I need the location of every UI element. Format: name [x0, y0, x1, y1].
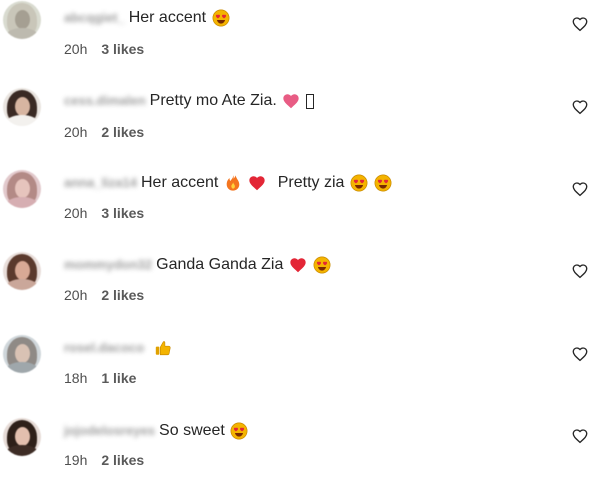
- comment-item: cess.dimalen Pretty mo Ate Zia. 20h 2 like…: [0, 83, 600, 153]
- avatar[interactable]: [3, 170, 41, 208]
- comment-time: 20h: [64, 287, 88, 303]
- comment-item: mommydon32 Ganda Ganda Zia 20h 2 likes: [0, 248, 600, 318]
- heart-outline-icon[interactable]: [571, 15, 589, 33]
- comment-text-2: Pretty zia: [277, 174, 345, 191]
- username[interactable]: abcqgiet_: [64, 6, 125, 30]
- comment-text: Her accent: [128, 9, 207, 26]
- username[interactable]: rosel.dacoco: [64, 336, 144, 360]
- heart-eyes-emoji-icon: [374, 174, 392, 192]
- heart-eyes-emoji-icon: [230, 422, 248, 440]
- username[interactable]: cess.dimalen: [64, 89, 146, 113]
- missing-glyph-icon: [306, 93, 315, 109]
- avatar[interactable]: [3, 335, 41, 373]
- comment-item: anna_liza14 Her accent Pretty zia 20h 3 li…: [0, 166, 600, 236]
- heart-outline-icon[interactable]: [571, 427, 589, 445]
- thumbs-up-emoji-icon: [155, 341, 171, 356]
- comment-item: rosel.dacoco 18h 1 like: [0, 331, 600, 401]
- likes-count[interactable]: 2 likes: [101, 287, 144, 303]
- comment-time: 20h: [64, 205, 88, 221]
- username[interactable]: anna_liza14: [64, 171, 137, 195]
- comment-text: So sweet: [159, 422, 225, 439]
- heart-outline-icon[interactable]: [571, 262, 589, 280]
- comment-time: 19h: [64, 452, 88, 468]
- heart-outline-icon[interactable]: [571, 98, 589, 116]
- likes-count[interactable]: 2 likes: [101, 452, 144, 468]
- comment-item: jojodelosreyes So sweet 19h 2 likes: [0, 414, 600, 484]
- avatar[interactable]: [3, 1, 41, 39]
- pink-heart-emoji-icon: [283, 94, 299, 109]
- likes-count[interactable]: 3 likes: [101, 205, 144, 221]
- likes-count[interactable]: 3 likes: [101, 41, 144, 57]
- heart-outline-icon[interactable]: [571, 180, 589, 198]
- comment-item: abcqgiet_ Her accent 20h 3 likes: [0, 0, 600, 70]
- avatar[interactable]: [3, 252, 41, 290]
- heart-eyes-emoji-icon: [212, 9, 229, 27]
- heart-outline-icon[interactable]: [571, 345, 589, 363]
- comment-time: 18h: [64, 370, 88, 386]
- comment-text: Pretty mo Ate Zia.: [149, 92, 277, 109]
- comment-text: Her accent: [141, 174, 219, 191]
- username[interactable]: mommydon32: [64, 253, 152, 277]
- comment-text: Ganda Ganda Zia: [156, 256, 284, 273]
- comment-time: 20h: [64, 41, 88, 57]
- fire-emoji-icon: [226, 175, 240, 191]
- red-heart-emoji-icon: [290, 258, 306, 273]
- heart-eyes-emoji-icon: [313, 256, 331, 274]
- avatar[interactable]: [3, 88, 41, 126]
- avatar[interactable]: [3, 418, 41, 456]
- red-heart-emoji-icon: [249, 176, 265, 191]
- username[interactable]: jojodelosreyes: [64, 419, 155, 443]
- comment-time: 20h: [64, 124, 88, 140]
- heart-eyes-emoji-icon: [350, 174, 368, 192]
- likes-count[interactable]: 2 likes: [101, 124, 144, 140]
- likes-count[interactable]: 1 like: [101, 370, 136, 386]
